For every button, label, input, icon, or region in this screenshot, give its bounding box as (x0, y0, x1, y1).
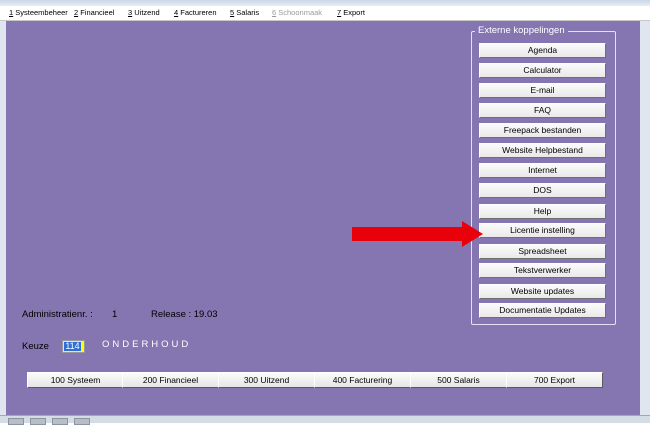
menu-item-financieel[interactable]: 2 Financieel (74, 6, 114, 20)
menu-item-salaris[interactable]: 5 Salaris (230, 6, 259, 20)
menu-item-label: Export (341, 8, 365, 17)
mode-label: ONDERHOUD (102, 339, 192, 350)
keuze-label: Keuze (22, 341, 49, 352)
keuze-input[interactable]: 114 (62, 340, 85, 353)
window-border-right (640, 21, 650, 415)
external-links-title: Externe koppelingen (475, 25, 568, 37)
uitzend-button[interactable]: 300 Uitzend (218, 372, 315, 388)
systeem-button[interactable]: 100 Systeem (27, 372, 124, 388)
dos-button[interactable]: DOS (479, 183, 606, 198)
spreadsheet-button[interactable]: Spreadsheet (479, 244, 606, 259)
menu-item-factureren[interactable]: 4 Factureren (174, 6, 217, 20)
licentie-instelling-button[interactable]: Licentie instelling (479, 223, 606, 238)
financieel-button[interactable]: 200 Financieel (122, 372, 219, 388)
menu-item-label: Salaris (234, 8, 260, 17)
freepack-bestanden-button[interactable]: Freepack bestanden (479, 123, 606, 138)
menu-item-label: Systeembeheer (13, 8, 68, 17)
website-updates-button[interactable]: Website updates (479, 284, 606, 299)
release-label: Release : 19.03 (151, 309, 218, 320)
faq-button[interactable]: FAQ (479, 103, 606, 118)
website-helpbestand-button[interactable]: Website Helpbestand (479, 143, 606, 158)
red-arrow-icon (352, 221, 483, 247)
menu-item-schoonmaak: 6 Schoonmaak (272, 6, 322, 20)
menu-bar: 1 Systeembeheer 2 Financieel 3 Uitzend 4… (0, 6, 650, 21)
menu-item-systeembeheer[interactable]: 1 Systeembeheer (9, 6, 68, 20)
admin-number-value: 1 (112, 309, 118, 320)
calculator-button[interactable]: Calculator (479, 63, 606, 78)
keuze-input-value: 114 (64, 341, 81, 351)
export-button[interactable]: 700 Export (506, 372, 603, 388)
menu-item-label: Schoonmaak (276, 8, 323, 17)
menu-item-label: Factureren (178, 8, 217, 17)
email-button[interactable]: E-mail (479, 83, 606, 98)
facturering-button[interactable]: 400 Facturering (314, 372, 411, 388)
agenda-button[interactable]: Agenda (479, 43, 606, 58)
menu-item-label: Uitzend (132, 8, 160, 17)
tekstverwerker-button[interactable]: Tekstverwerker (479, 263, 606, 278)
salaris-button[interactable]: 500 Salaris (410, 372, 507, 388)
admin-number-label: Administratienr. : (22, 309, 93, 320)
menu-item-export[interactable]: 7 Export (337, 6, 365, 20)
internet-button[interactable]: Internet (479, 163, 606, 178)
menu-item-label: Financieel (78, 8, 115, 17)
documentatie-updates-button[interactable]: Documentatie Updates (479, 303, 606, 318)
menu-item-uitzend[interactable]: 3 Uitzend (128, 6, 160, 20)
help-button[interactable]: Help (479, 204, 606, 219)
